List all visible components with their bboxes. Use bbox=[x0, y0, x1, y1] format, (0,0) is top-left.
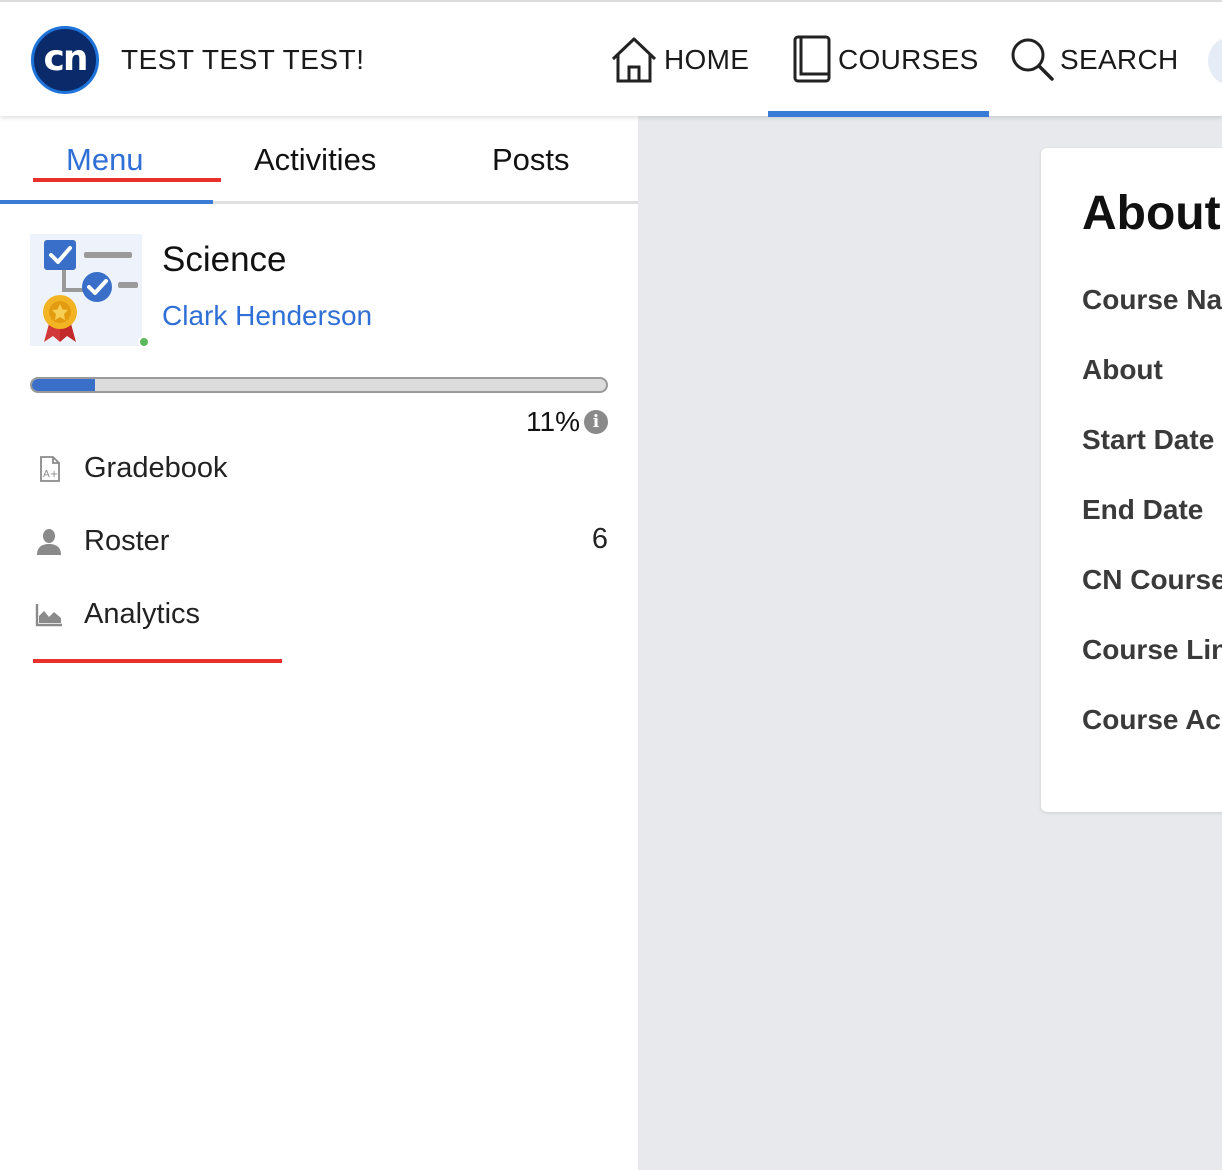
about-label-course-access: Course Ac bbox=[1082, 704, 1222, 735]
nav-courses-label: COURSES bbox=[838, 44, 979, 75]
user-icon bbox=[37, 529, 61, 555]
cn-logo[interactable]: cn bbox=[31, 26, 99, 94]
sidebar-item-label: Roster bbox=[84, 525, 170, 557]
nav-search-label: SEARCH bbox=[1060, 44, 1179, 75]
about-label-start-date: Start Date bbox=[1082, 424, 1215, 455]
active-nav-indicator bbox=[768, 111, 989, 117]
annotation-underline-menu bbox=[33, 178, 221, 182]
course-progress-fill bbox=[32, 379, 96, 391]
nav-search[interactable]: SEARCH bbox=[1008, 24, 1179, 96]
roster-count: 6 bbox=[591, 523, 608, 555]
tab-posts[interactable]: Posts bbox=[492, 142, 570, 178]
nav-home[interactable]: HOME bbox=[608, 24, 749, 96]
sidebar-item-label: Gradebook bbox=[84, 452, 228, 484]
sidebar-item-gradebook[interactable]: A+ Gradebook bbox=[30, 444, 610, 494]
about-label-course-link: Course Lin bbox=[1082, 634, 1222, 665]
home-icon bbox=[611, 37, 657, 83]
course-checklist-icon bbox=[30, 234, 142, 346]
course-name: Science bbox=[162, 240, 287, 279]
about-card: About Course Na About Start Date End Dat… bbox=[1041, 148, 1222, 812]
top-navigation-bar: cn TEST TEST TEST! HOME COURSES SEARCH bbox=[0, 0, 1222, 117]
online-status-dot bbox=[138, 336, 150, 348]
tab-menu[interactable]: Menu bbox=[66, 142, 144, 178]
course-thumbnail[interactable] bbox=[30, 234, 142, 346]
about-label-course-name: Course Na bbox=[1082, 284, 1222, 315]
annotation-underline-analytics bbox=[33, 659, 282, 663]
site-title: TEST TEST TEST! bbox=[121, 44, 365, 75]
sidebar-item-roster[interactable]: Roster 6 bbox=[30, 517, 610, 567]
progress-percent: 11% bbox=[526, 406, 580, 437]
logo-text: cn bbox=[43, 37, 89, 79]
course-sidebar: Menu Activities Posts Science Clark Hend… bbox=[0, 116, 638, 1170]
teacher-link[interactable]: Clark Henderson bbox=[162, 300, 372, 332]
area-chart-icon bbox=[35, 604, 62, 627]
user-avatar[interactable] bbox=[1208, 38, 1222, 84]
book-icon bbox=[793, 35, 831, 83]
svg-text:A+: A+ bbox=[43, 469, 58, 480]
nav-courses[interactable]: COURSES bbox=[790, 24, 979, 96]
active-tab-indicator bbox=[0, 200, 213, 204]
sidebar-item-analytics[interactable]: Analytics bbox=[30, 590, 610, 640]
about-title: About bbox=[1082, 187, 1221, 240]
tab-activities[interactable]: Activities bbox=[254, 142, 376, 178]
nav-home-label: HOME bbox=[664, 44, 750, 75]
about-label-about: About bbox=[1082, 354, 1163, 385]
search-icon bbox=[1011, 38, 1054, 81]
course-progress-bar bbox=[30, 377, 608, 393]
about-label-end-date: End Date bbox=[1082, 494, 1204, 525]
sidebar-tabs: Menu Activities Posts bbox=[0, 116, 638, 204]
about-label-cn-course: CN Course bbox=[1082, 564, 1222, 595]
sidebar-item-label: Analytics bbox=[84, 598, 201, 630]
course-summary: Science Clark Henderson bbox=[30, 234, 610, 354]
info-icon[interactable]: i bbox=[584, 410, 608, 434]
gradebook-icon: A+ bbox=[40, 456, 60, 482]
